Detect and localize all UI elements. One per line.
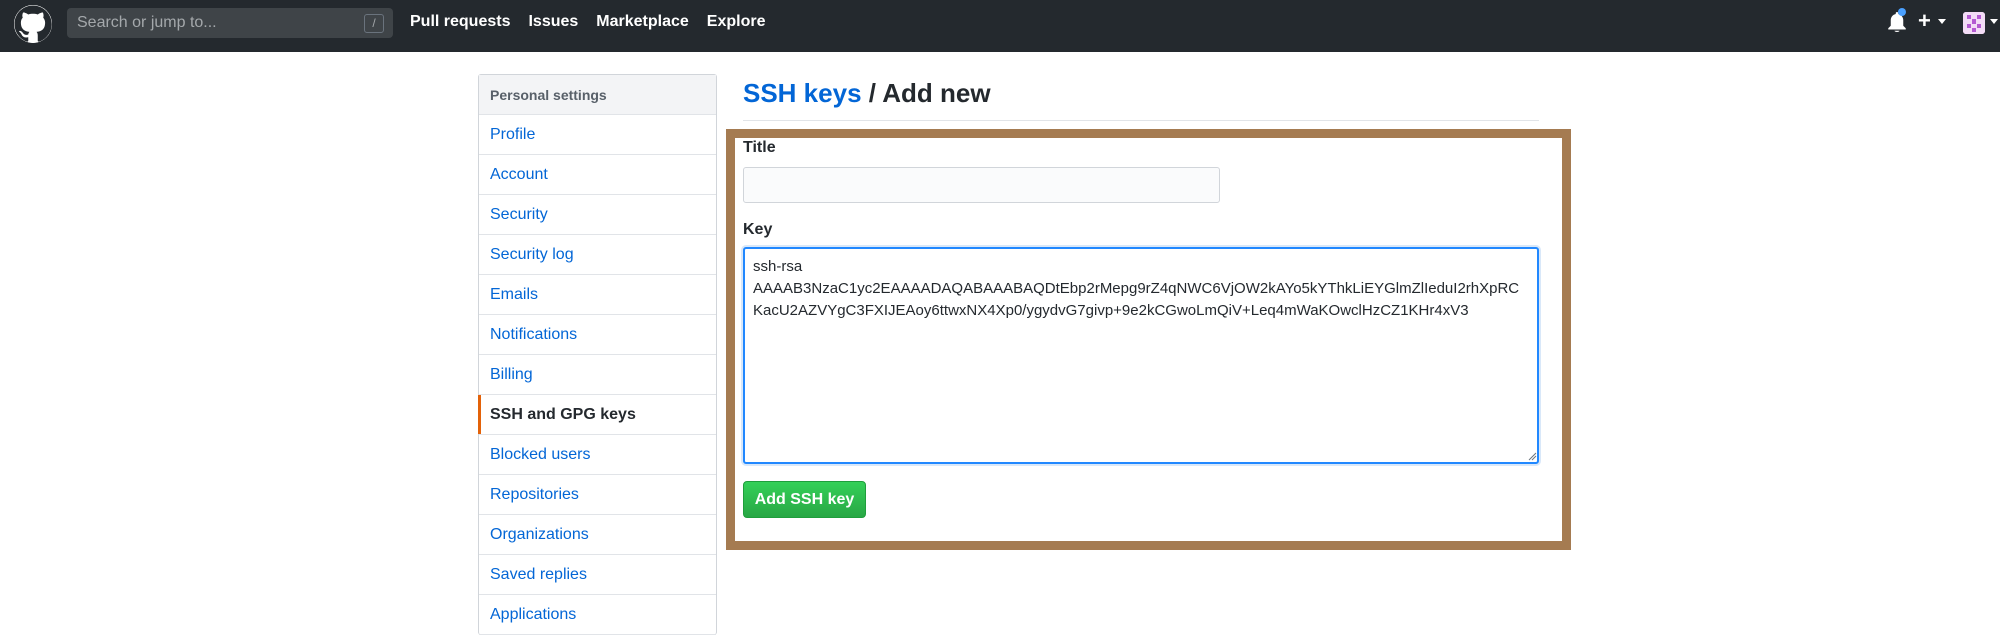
- plus-icon[interactable]: +: [1918, 8, 1931, 34]
- add-ssh-key-button[interactable]: Add SSH key: [743, 481, 866, 518]
- sidebar-item-security-log[interactable]: Security log: [479, 235, 716, 275]
- nav-marketplace[interactable]: Marketplace: [596, 13, 689, 31]
- breadcrumb-ssh-keys-link[interactable]: SSH keys: [743, 78, 862, 108]
- github-octocat-icon: [14, 5, 52, 43]
- slash-shortcut-hint: /: [364, 14, 384, 33]
- title-divider: [743, 120, 1539, 121]
- search-input[interactable]: [67, 8, 393, 38]
- sidebar-item-saved-replies[interactable]: Saved replies: [479, 555, 716, 595]
- notification-dot: [1898, 8, 1906, 16]
- sidebar-item-billing[interactable]: Billing: [479, 355, 716, 395]
- page-title-rest: / Add new: [861, 78, 991, 108]
- sidebar-item-security[interactable]: Security: [479, 195, 716, 235]
- sidebar-item-blocked-users[interactable]: Blocked users: [479, 435, 716, 475]
- title-field[interactable]: [743, 167, 1220, 203]
- nav-pull-requests[interactable]: Pull requests: [410, 13, 510, 31]
- nav-explore[interactable]: Explore: [707, 13, 766, 31]
- page-title: SSH keys / Add new: [743, 78, 991, 108]
- key-textarea[interactable]: ssh-rsa AAAAB3NzaC1yc2EAAAADAQABAAABAQDt…: [743, 247, 1539, 464]
- nav-issues[interactable]: Issues: [528, 13, 578, 31]
- settings-sidebar: Personal settings Profile Account Securi…: [478, 74, 717, 635]
- sidebar-item-profile[interactable]: Profile: [479, 115, 716, 155]
- github-logo-icon[interactable]: [14, 5, 52, 43]
- sidebar-item-applications[interactable]: Applications: [479, 595, 716, 635]
- sidebar-item-ssh-gpg-keys[interactable]: SSH and GPG keys: [478, 395, 716, 435]
- avatar-identicon-icon: [1963, 12, 1985, 34]
- key-label: Key: [743, 221, 773, 238]
- top-header: / Pull requests Issues Marketplace Explo…: [0, 0, 2000, 52]
- title-label: Title: [743, 139, 776, 156]
- sidebar-heading: Personal settings: [479, 75, 716, 115]
- avatar[interactable]: [1963, 12, 1985, 34]
- resize-handle-icon[interactable]: [1528, 452, 1537, 461]
- avatar-caret-down-icon[interactable]: [1990, 19, 1998, 24]
- sidebar-item-organizations[interactable]: Organizations: [479, 515, 716, 555]
- sidebar-item-repositories[interactable]: Repositories: [479, 475, 716, 515]
- header-nav: Pull requests Issues Marketplace Explore: [410, 0, 783, 44]
- sidebar-item-account[interactable]: Account: [479, 155, 716, 195]
- caret-down-icon[interactable]: [1938, 19, 1946, 24]
- sidebar-item-notifications[interactable]: Notifications: [479, 315, 716, 355]
- sidebar-item-emails[interactable]: Emails: [479, 275, 716, 315]
- global-search[interactable]: /: [67, 8, 393, 38]
